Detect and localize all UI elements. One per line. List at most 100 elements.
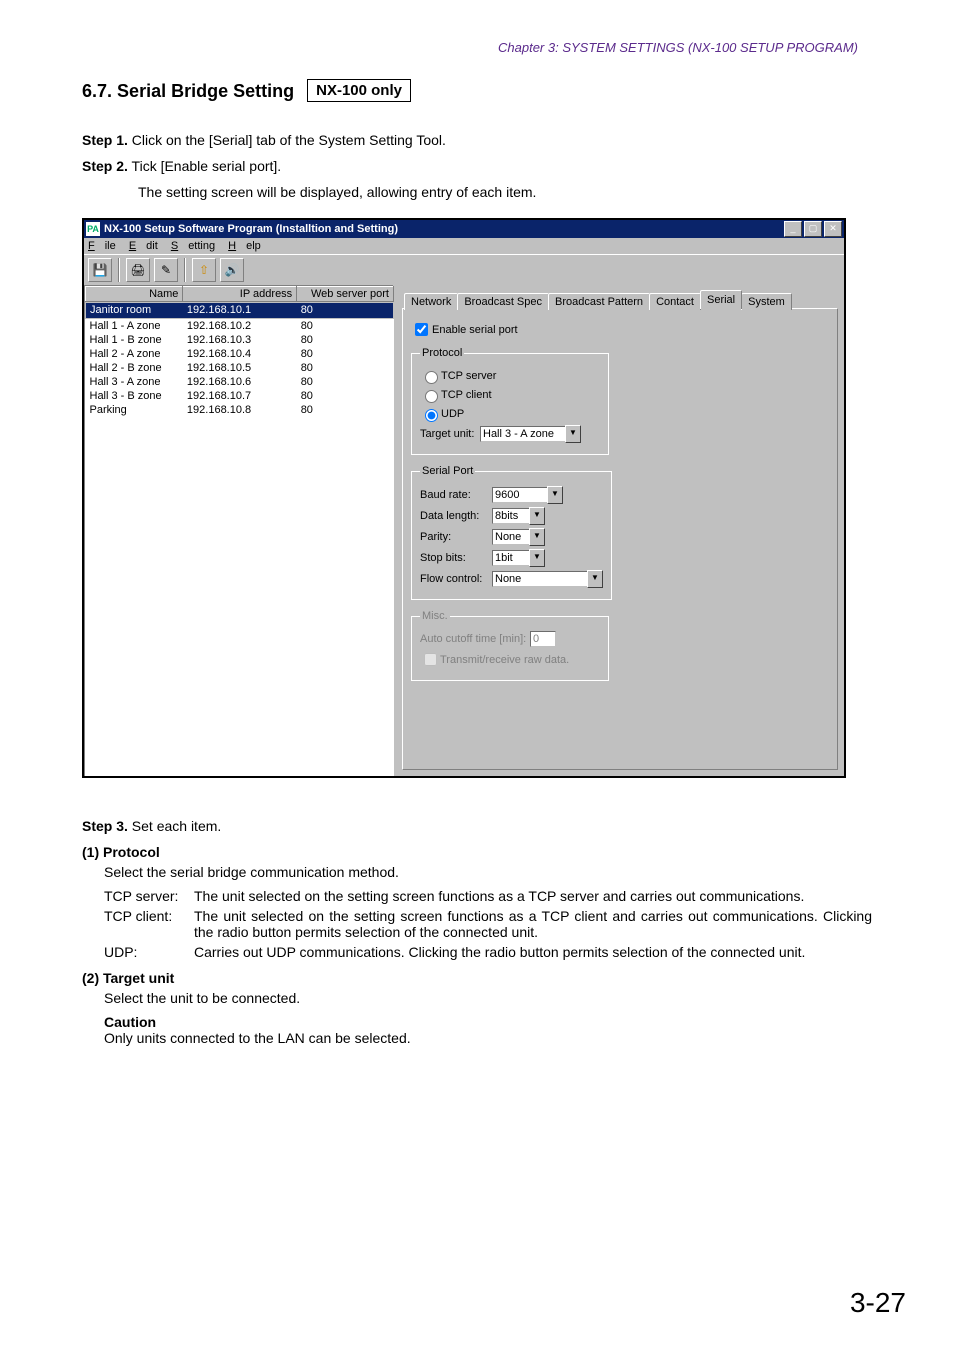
desc-protocol-heading: (1) Protocol xyxy=(82,844,872,860)
dropdown-icon[interactable]: ▼ xyxy=(529,507,545,525)
term-udp: UDP: xyxy=(104,944,194,960)
menu-edit[interactable]: Edit xyxy=(129,240,158,252)
rawdata-checkbox xyxy=(424,653,437,666)
step-3-label: Step 3. xyxy=(82,818,128,834)
list-item[interactable]: Hall 3 - B zone192.168.10.780 xyxy=(86,389,394,403)
label-tcp-server: TCP server xyxy=(441,370,496,382)
cell-port: 80 xyxy=(297,389,394,403)
parity-select[interactable] xyxy=(492,529,530,545)
upload-icon[interactable]: ⇧ xyxy=(192,258,216,282)
minimize-button[interactable]: _ xyxy=(784,221,802,237)
caution-heading: Caution xyxy=(104,1014,872,1030)
cell-ip: 192.168.10.3 xyxy=(183,333,297,347)
dropdown-icon[interactable]: ▼ xyxy=(529,528,545,546)
step-2: Step 2. Tick [Enable serial port]. xyxy=(82,158,872,174)
cell-name: Parking xyxy=(86,403,183,417)
close-button[interactable]: ✕ xyxy=(824,221,842,237)
app-icon: PA xyxy=(86,222,100,236)
misc-group: Misc. Auto cutoff time [min]: Transmit/r… xyxy=(411,610,609,681)
baud-select[interactable] xyxy=(492,487,548,503)
list-header: Name IP address Web server port xyxy=(86,287,394,302)
app-window: PA NX-100 Setup Software Program (Instal… xyxy=(82,218,846,778)
cell-name: Hall 3 - A zone xyxy=(86,375,183,389)
edit-icon[interactable]: ✎ xyxy=(154,258,178,282)
term-tcp-server: TCP server: xyxy=(104,888,194,904)
cell-port: 80 xyxy=(297,303,394,319)
dropdown-icon[interactable]: ▼ xyxy=(565,425,581,443)
list-item[interactable]: Hall 1 - B zone192.168.10.380 xyxy=(86,333,394,347)
menu-help[interactable]: Help xyxy=(228,240,261,252)
cell-name: Hall 1 - A zone xyxy=(86,319,183,334)
cutoff-label: Auto cutoff time [min]: xyxy=(420,633,530,645)
step-1-label: Step 1. xyxy=(82,132,128,148)
radio-tcp-client[interactable] xyxy=(425,390,438,403)
enable-serial-checkbox[interactable] xyxy=(415,323,428,336)
cell-port: 80 xyxy=(297,403,394,417)
dropdown-icon[interactable]: ▼ xyxy=(587,570,603,588)
toolbar: 💾 🖨 ✎ ⇧ 🔊 xyxy=(84,254,844,285)
list-item[interactable]: Janitor room192.168.10.180 xyxy=(86,303,394,319)
tab-broadcast-spec[interactable]: Broadcast Spec xyxy=(457,293,549,310)
tab-serial[interactable]: Serial xyxy=(700,290,742,309)
tab-network[interactable]: Network xyxy=(404,293,458,310)
desc-target-text: Select the unit to be connected. xyxy=(104,990,872,1006)
step-2-sub: The setting screen will be displayed, al… xyxy=(138,184,872,200)
window-title: NX-100 Setup Software Program (Installti… xyxy=(104,223,784,235)
tab-contact[interactable]: Contact xyxy=(649,293,701,310)
cell-port: 80 xyxy=(297,319,394,334)
desc-udp: Carries out UDP communications. Clicking… xyxy=(194,944,872,960)
cell-ip: 192.168.10.5 xyxy=(183,361,297,375)
cell-ip: 192.168.10.1 xyxy=(183,303,297,319)
audio-icon[interactable]: 🔊 xyxy=(220,258,244,282)
protocol-legend: Protocol xyxy=(420,347,464,359)
col-ip[interactable]: IP address xyxy=(183,287,297,302)
enable-serial-label: Enable serial port xyxy=(432,324,518,336)
cell-port: 80 xyxy=(297,333,394,347)
col-name[interactable]: Name xyxy=(86,287,183,302)
section-title: 6.7. Serial Bridge Setting NX-100 only xyxy=(82,79,872,102)
page-number: 3-27 xyxy=(850,1287,906,1319)
cell-name: Hall 3 - B zone xyxy=(86,389,183,403)
step-3: Step 3. Set each item. xyxy=(82,818,872,834)
tab-broadcast-pattern[interactable]: Broadcast Pattern xyxy=(548,293,650,310)
list-item[interactable]: Hall 1 - A zone192.168.10.280 xyxy=(86,319,394,334)
cell-ip: 192.168.10.2 xyxy=(183,319,297,334)
tab-system[interactable]: System xyxy=(741,293,792,310)
term-tcp-client: TCP client: xyxy=(104,908,194,940)
list-item[interactable]: Hall 2 - A zone192.168.10.480 xyxy=(86,347,394,361)
menu-file[interactable]: File xyxy=(88,240,116,252)
cell-ip: 192.168.10.6 xyxy=(183,375,297,389)
cutoff-input xyxy=(530,631,556,647)
target-unit-label: Target unit: xyxy=(420,428,480,440)
target-unit-select[interactable] xyxy=(480,426,566,442)
section-name: Serial Bridge Setting xyxy=(117,81,294,101)
serial-port-group: Serial Port Baud rate:▼ Data length:▼ Pa… xyxy=(411,465,612,600)
flowcontrol-label: Flow control: xyxy=(420,573,492,585)
cell-name: Hall 2 - B zone xyxy=(86,361,183,375)
scan-icon[interactable]: 🖨 xyxy=(126,258,150,282)
serial-port-legend: Serial Port xyxy=(420,465,475,477)
save-icon[interactable]: 💾 xyxy=(88,258,112,282)
stopbits-select[interactable] xyxy=(492,550,530,566)
datalength-label: Data length: xyxy=(420,510,492,522)
menu-setting[interactable]: Setting xyxy=(171,240,215,252)
list-item[interactable]: Parking192.168.10.880 xyxy=(86,403,394,417)
flowcontrol-select[interactable] xyxy=(492,571,588,587)
col-port[interactable]: Web server port xyxy=(297,287,394,302)
protocol-group: Protocol TCP server TCP client UDP Targe… xyxy=(411,347,609,455)
caution-text: Only units connected to the LAN can be s… xyxy=(104,1030,872,1046)
list-item[interactable]: Hall 3 - A zone192.168.10.680 xyxy=(86,375,394,389)
maximize-button[interactable]: ▢ xyxy=(804,221,822,237)
tabs: Network Broadcast Spec Broadcast Pattern… xyxy=(402,289,838,309)
datalength-select[interactable] xyxy=(492,508,530,524)
chapter-header: Chapter 3: SYSTEM SETTINGS (NX-100 SETUP… xyxy=(48,40,906,55)
tab-body: Enable serial port Protocol TCP server T… xyxy=(402,308,838,770)
cell-ip: 192.168.10.7 xyxy=(183,389,297,403)
list-item[interactable]: Hall 2 - B zone192.168.10.580 xyxy=(86,361,394,375)
dropdown-icon[interactable]: ▼ xyxy=(529,549,545,567)
parity-label: Parity: xyxy=(420,531,492,543)
cell-name: Hall 1 - B zone xyxy=(86,333,183,347)
dropdown-icon[interactable]: ▼ xyxy=(547,486,563,504)
radio-tcp-server[interactable] xyxy=(425,371,438,384)
radio-udp[interactable] xyxy=(425,409,438,422)
